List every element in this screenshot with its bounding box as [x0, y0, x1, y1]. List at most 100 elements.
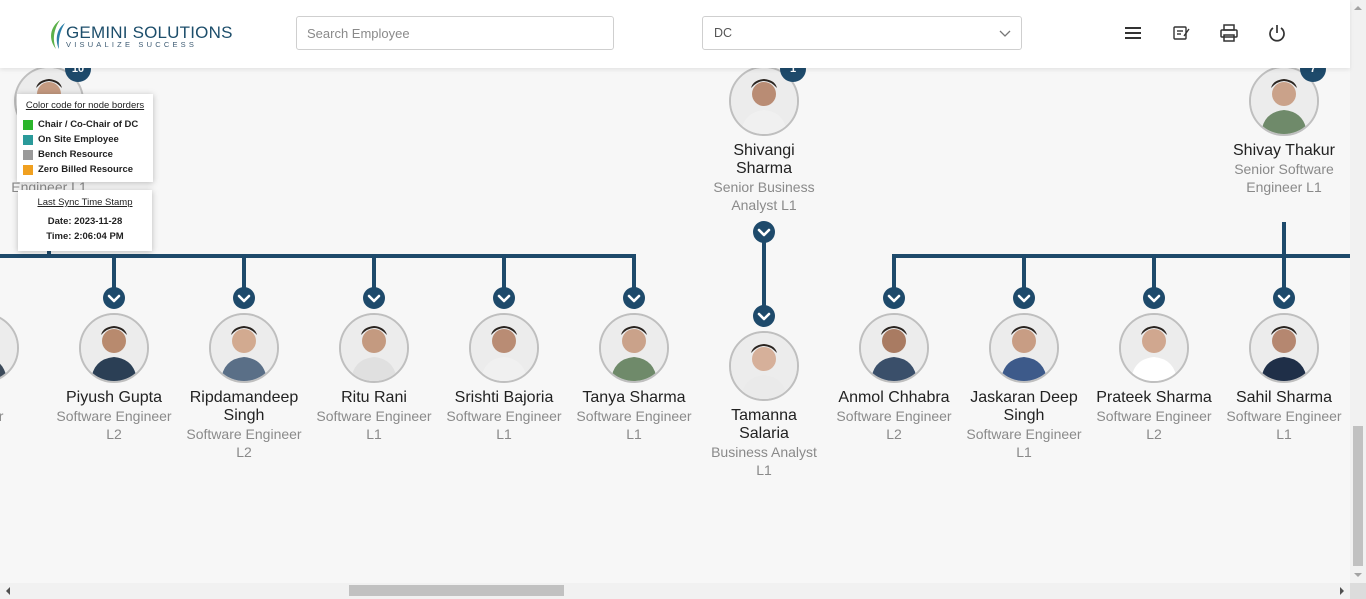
avatar[interactable]	[0, 313, 19, 383]
employee-designation: L2	[106, 426, 122, 442]
employee-designation: Senior Software	[1234, 161, 1334, 177]
horizontal-scroll-thumb[interactable]	[349, 585, 564, 596]
employee-designation: L1	[756, 462, 772, 478]
sync-title: Last Sync Time Stamp	[37, 197, 133, 208]
employee-designation: L1	[496, 426, 512, 442]
expand-toggle-icon[interactable]	[623, 287, 645, 309]
scroll-left-arrow-icon[interactable]	[2, 583, 14, 599]
power-icon[interactable]	[1268, 24, 1286, 42]
person-photo-icon	[81, 315, 147, 381]
legend-swatch	[23, 119, 33, 130]
employee-designation: L2	[1146, 426, 1162, 442]
avatar[interactable]	[1119, 313, 1189, 383]
avatar[interactable]	[209, 313, 279, 383]
avatar[interactable]	[859, 313, 929, 383]
vertical-scroll-thumb[interactable]	[1353, 426, 1363, 566]
employee-designation: Senior Business	[713, 179, 815, 195]
menu-icon[interactable]	[1124, 24, 1142, 42]
expand-toggle-icon[interactable]	[493, 287, 515, 309]
legend-label: Chair / Co-Chair of DC	[38, 119, 139, 130]
manager-node[interactable]: Shivay Thakur Senior Software Engineer L1 7	[1219, 56, 1349, 196]
person-photo-icon	[0, 315, 17, 381]
avatar[interactable]	[469, 313, 539, 383]
employee-name: Sahil Sharma	[1235, 389, 1333, 406]
employee-designation: L2	[236, 444, 252, 460]
employee-designation: Software Engineer	[966, 426, 1082, 442]
person-photo-icon	[1121, 315, 1187, 381]
expand-toggle-icon[interactable]	[103, 287, 125, 309]
org-chart-connectors	[0, 221, 1350, 327]
expand-toggle-icon[interactable]	[883, 287, 905, 309]
legend-item: Zero Billed Resource	[23, 162, 147, 177]
employee-designation: Software Engineer	[56, 408, 172, 424]
employee-node[interactable]: hnagineer	[0, 313, 49, 425]
manager-node[interactable]: Shivangi Sharma Senior Business Analyst L1 1	[699, 56, 829, 214]
avatar[interactable]	[989, 313, 1059, 383]
employee-node[interactable]: Ripdamandeep Singh Software Engineer L2	[179, 313, 309, 461]
legend-swatch	[23, 164, 33, 175]
employee-name: Singh	[223, 407, 265, 424]
print-icon[interactable]	[1220, 24, 1238, 42]
person-photo-icon	[471, 315, 537, 381]
company-logo[interactable]: GEMINI SOLUTIONS VISUALIZE SUCCESS	[46, 17, 232, 51]
employee-designation: L1	[626, 426, 642, 442]
legend-item: Chair / Co-Chair of DC	[23, 117, 147, 132]
employee-designation: Software Engineer	[186, 426, 302, 442]
employee-name: Shivay Thakur	[1233, 142, 1335, 159]
horizontal-scrollbar[interactable]	[0, 583, 1350, 599]
sync-date: Date: 2023-11-28	[47, 216, 123, 227]
expand-toggle-icon[interactable]	[1143, 287, 1165, 309]
employee-node[interactable]: Jaskaran Deep Singh Software Engineer L1	[959, 313, 1089, 461]
employee-node[interactable]: Tamanna Salaria Business Analyst L1	[699, 331, 829, 479]
employee-name: Tamanna	[731, 407, 797, 424]
employee-node[interactable]: Tanya Sharma Software Engineer L1	[569, 313, 699, 443]
legend-label: Bench Resource	[38, 149, 113, 160]
employee-node[interactable]: Sahil Sharma Software Engineer L1	[1219, 313, 1349, 443]
employee-name: Srishti Bajoria	[454, 389, 554, 406]
logo-subtitle: VISUALIZE SUCCESS	[66, 40, 198, 49]
legend-label: Zero Billed Resource	[38, 164, 134, 175]
expand-toggle-icon[interactable]	[753, 221, 775, 243]
vertical-scrollbar[interactable]	[1350, 0, 1366, 583]
search-employee-input[interactable]	[296, 16, 614, 50]
expand-toggle-icon[interactable]	[753, 305, 775, 327]
employee-designation: gineer	[0, 408, 4, 424]
avatar[interactable]	[339, 313, 409, 383]
avatar[interactable]	[729, 331, 799, 401]
scroll-up-arrow-icon[interactable]	[1350, 2, 1366, 14]
expand-toggle-icon[interactable]	[1013, 287, 1035, 309]
employee-name: Jaskaran Deep	[970, 389, 1078, 406]
notes-icon[interactable]	[1172, 24, 1190, 42]
employee-name: Prateek Sharma	[1096, 389, 1212, 406]
legend-swatch	[23, 134, 33, 145]
sync-timestamp-box: Last Sync Time Stamp Date: 2023-11-28 Ti…	[18, 190, 152, 251]
avatar[interactable]	[599, 313, 669, 383]
dc-select-value: DC	[714, 26, 733, 40]
employee-node[interactable]: Prateek Sharma Software Engineer L2	[1089, 313, 1219, 443]
employee-node[interactable]: Anmol Chhabra Software Engineer L2	[829, 313, 959, 443]
logo-leaf-icon	[51, 20, 65, 49]
employee-name: hna	[0, 389, 49, 407]
person-photo-icon	[211, 315, 277, 381]
expand-toggle-icon[interactable]	[233, 287, 255, 309]
person-photo-icon	[731, 333, 797, 399]
avatar[interactable]	[79, 313, 149, 383]
employee-designation: L2	[886, 426, 902, 442]
employee-name: Sharma	[735, 160, 793, 177]
expand-toggle-icon[interactable]	[363, 287, 385, 309]
legend-label: On Site Employee	[38, 134, 119, 145]
employee-name: Ritu Rani	[341, 389, 407, 406]
dc-select[interactable]: DC	[702, 16, 1022, 50]
person-photo-icon	[861, 315, 927, 381]
scroll-down-arrow-icon[interactable]	[1350, 569, 1366, 581]
chevron-down-icon	[999, 30, 1011, 37]
employee-node[interactable]: Srishti Bajoria Software Engineer L1	[439, 313, 569, 443]
employee-node[interactable]: Piyush Gupta Software Engineer L2	[49, 313, 179, 443]
avatar[interactable]	[1249, 313, 1319, 383]
employee-name: Salaria	[739, 425, 789, 442]
employee-name: Tanya Sharma	[582, 389, 686, 406]
scroll-right-arrow-icon[interactable]	[1336, 583, 1348, 599]
expand-toggle-icon[interactable]	[1273, 287, 1295, 309]
employee-designation: Software Engineer	[576, 408, 692, 424]
employee-node[interactable]: Ritu Rani Software Engineer L1	[309, 313, 439, 443]
